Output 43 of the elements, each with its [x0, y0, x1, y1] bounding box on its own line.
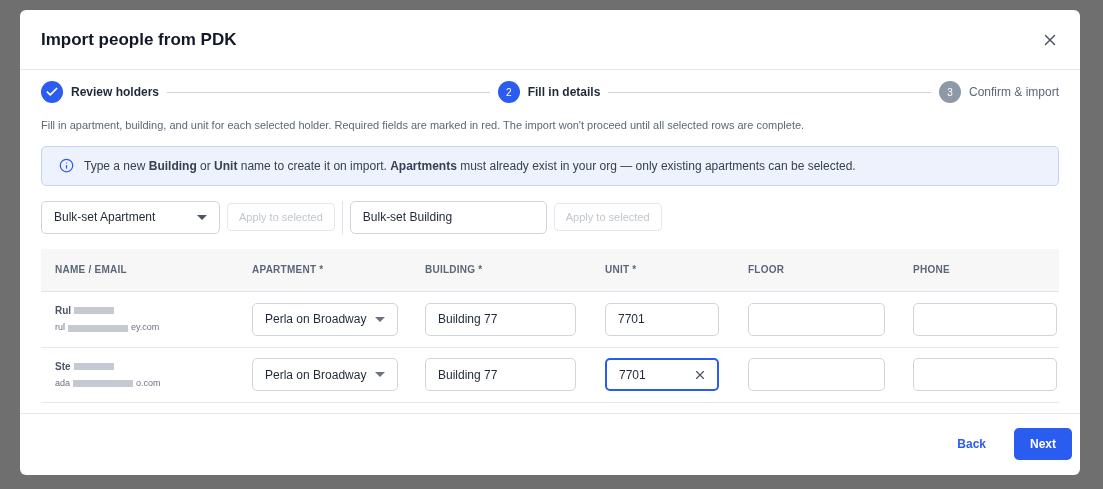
- next-button[interactable]: Next: [1014, 428, 1072, 461]
- step-number: 3: [938, 81, 961, 103]
- phone-field[interactable]: [913, 302, 1057, 336]
- step-label: Fill in details: [527, 84, 601, 101]
- clear-icon[interactable]: [693, 368, 707, 382]
- building-field[interactable]: Building 77: [425, 302, 576, 336]
- floor-field[interactable]: [748, 302, 885, 336]
- apartment-select[interactable]: Perla on Broadway: [252, 358, 398, 391]
- redaction-mark: [73, 380, 134, 387]
- email-end: ey.com: [131, 321, 160, 335]
- person-name: Rul: [55, 304, 72, 319]
- unit-field[interactable]: 7701: [605, 302, 719, 336]
- phone-field[interactable]: [913, 358, 1057, 391]
- email-start: ada: [55, 376, 71, 390]
- caret-icon: [375, 316, 385, 322]
- column-header: APARTMENT *: [252, 263, 325, 277]
- back-button[interactable]: Back: [949, 428, 994, 461]
- floor-field[interactable]: [748, 358, 885, 391]
- email-start: rul: [55, 321, 65, 335]
- column-header: PHONE: [913, 263, 951, 277]
- column-header: UNIT *: [605, 263, 638, 277]
- column-header: FLOOR: [748, 263, 786, 277]
- dialog-title: Import people from PDK: [41, 28, 237, 51]
- redaction-mark: [68, 324, 128, 332]
- info-icon: [59, 158, 74, 173]
- column-header: NAME / EMAIL: [55, 263, 128, 277]
- column-header: BUILDING *: [425, 263, 484, 277]
- person-name: Ste: [55, 359, 71, 374]
- description-text: Fill in apartment, building, and unit for each selected holder. Required fields are marked in red. The import won't proceed until all selected rows are complete.: [41, 118, 806, 133]
- step-number: 2: [497, 81, 520, 103]
- building-field[interactable]: Building 77: [425, 358, 576, 391]
- unit-field[interactable]: 7701: [605, 358, 719, 391]
- caret-icon: [375, 372, 385, 377]
- redaction-mark: [74, 307, 115, 315]
- step-label: Confirm & import: [968, 84, 1059, 101]
- bulk-apartment-select[interactable]: Bulk-set Apartment: [41, 200, 220, 234]
- apartment-select[interactable]: Perla on Broadway: [252, 302, 398, 336]
- step-label: Review holders: [71, 84, 160, 101]
- email-end: o.com: [136, 376, 161, 390]
- redaction-mark: [73, 362, 114, 370]
- info-text: Type a new Building or Unit name to create it on import. Apartments must already exist in your org — only existing apartments can be selected.: [84, 157, 856, 175]
- bulk-building-field[interactable]: Bulk-set Building: [349, 200, 547, 234]
- caret-icon: [197, 214, 207, 220]
